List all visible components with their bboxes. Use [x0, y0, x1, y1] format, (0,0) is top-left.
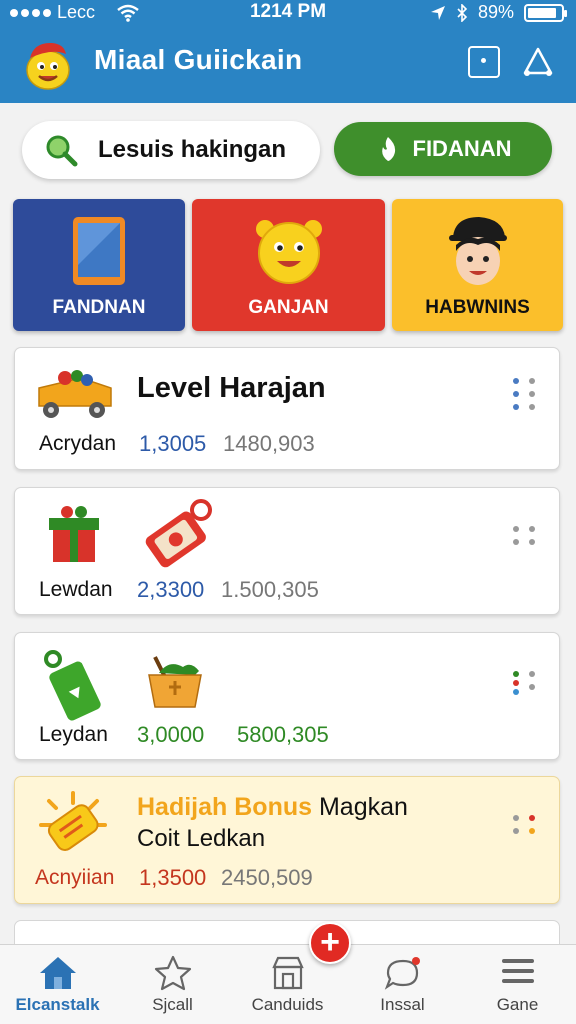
tag-icon [145, 499, 212, 568]
square-icon[interactable] [468, 46, 500, 78]
bottom-nav: Elcanstalk Sjcall Canduids Inssal Gane [0, 944, 576, 1024]
status-bar: Lecc 1214 PM 89% [0, 0, 576, 26]
home-icon [39, 957, 76, 989]
card-name: Leydan [39, 723, 108, 746]
category-tile-fandnan[interactable]: FANDNAN [13, 199, 185, 331]
app-title: Miaal Guiickain [94, 44, 303, 75]
list-card[interactable]: Leydan 3,0000 5800,305 [14, 632, 560, 760]
mascot-icon [26, 42, 70, 90]
triangle-icon[interactable] [522, 46, 554, 78]
star-icon [154, 955, 191, 991]
gift-icon [49, 506, 99, 562]
card-value-primary: 3,0000 [137, 722, 205, 747]
nav-label: Sjcall [152, 995, 193, 1014]
card-value-primary: 1,3500 [139, 865, 207, 890]
bonus-title: Hadijah Bonus Magkan [137, 793, 408, 822]
green-tag-icon [44, 650, 101, 721]
bluetooth-icon [457, 3, 468, 22]
card-title: Level Harajan [137, 372, 326, 404]
battery-icon [524, 3, 567, 22]
bear-icon [255, 220, 322, 284]
list-card[interactable]: Level Harajan Acrydan 1,3005 1480,903 [14, 347, 560, 470]
list-card[interactable]: Lewdan 2,3300 1.500,305 [14, 487, 560, 615]
category-label: GANJAN [248, 297, 329, 318]
leaf-icon [381, 137, 395, 161]
more-options-icon[interactable] [513, 526, 541, 560]
nav-label: Elcanstalk [15, 995, 100, 1014]
card-value-secondary: 2450,509 [221, 865, 313, 890]
card-value-secondary: 1480,903 [223, 431, 315, 456]
card-name: Acnyiian [35, 866, 115, 889]
nav-label: Canduids [251, 995, 324, 1014]
add-button[interactable]: + [309, 922, 351, 964]
battery-percent: 89% [477, 2, 514, 22]
category-tile-ganjan[interactable]: GANJAN [192, 199, 385, 331]
more-options-icon[interactable] [513, 671, 541, 705]
action-button[interactable]: FIDANAN [334, 122, 552, 176]
location-icon [430, 5, 445, 20]
card-value-primary: 2,3300 [137, 577, 205, 602]
bonus-title-rest: Magkan [318, 793, 408, 821]
nav-item-menu[interactable]: Gane [460, 945, 575, 1024]
nav-item-star[interactable]: Sjcall [115, 945, 230, 1024]
category-label: FANDNAN [52, 297, 146, 318]
card-value-primary: 1,3005 [139, 431, 207, 456]
store-icon [271, 956, 304, 990]
search-icon [46, 135, 78, 167]
bonus-card[interactable]: Hadijah Bonus Magkan Coit Ledkan Acnyiia… [14, 776, 560, 904]
bonus-title-highlight: Hadijah Bonus [137, 793, 313, 821]
card-name: Lewdan [39, 578, 113, 601]
sun-coupon-icon [39, 791, 107, 851]
character-icon [448, 217, 507, 285]
app-header: Lecc 1214 PM 89% Miaal Guiickain [0, 0, 576, 103]
more-options-icon[interactable] [513, 815, 541, 849]
nav-label: Gane [496, 995, 539, 1014]
search-bar[interactable]: Lesuis hakingan [22, 121, 320, 179]
status-right: 89% [430, 2, 567, 23]
toy-truck-icon [38, 370, 112, 418]
action-button-label: FIDANAN [412, 136, 512, 161]
chat-icon [384, 957, 420, 990]
tablet-icon [73, 217, 125, 285]
bonus-subtitle: Coit Ledkan [137, 825, 266, 852]
nav-item-home[interactable]: Elcanstalk [0, 945, 115, 1024]
basket-icon [148, 656, 202, 708]
card-value-secondary: 1.500,305 [221, 577, 319, 602]
card-name: Acrydan [39, 432, 117, 455]
menu-icon [501, 959, 534, 983]
card-value-secondary: 5800,305 [237, 722, 329, 747]
more-options-icon[interactable] [513, 378, 541, 412]
nav-label: Inssal [380, 995, 425, 1014]
category-label: HABWNINS [425, 297, 530, 318]
search-text: Lesuis hakingan [98, 136, 287, 163]
nav-item-chat[interactable]: Inssal [345, 945, 460, 1024]
category-tile-habwnins[interactable]: HABWNINS [392, 199, 563, 331]
